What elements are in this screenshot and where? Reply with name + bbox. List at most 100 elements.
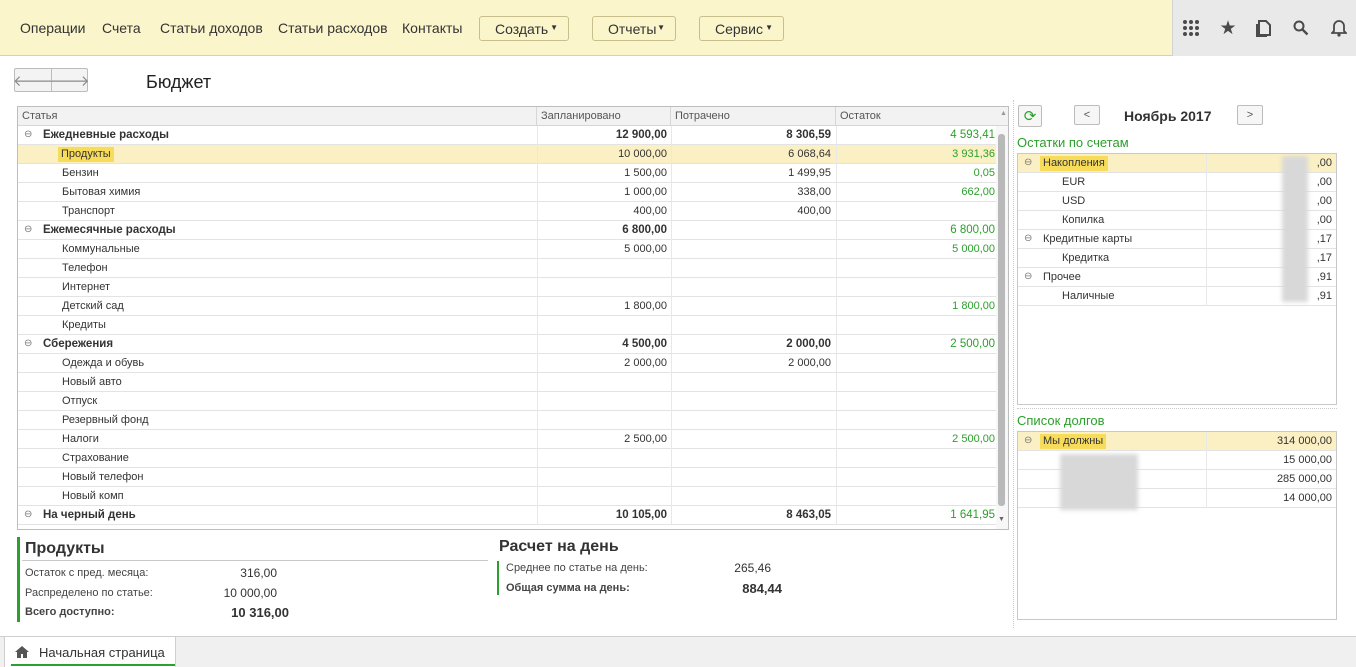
table-group-row[interactable]: ⊖ Сбережения 4 500,00 2 000,00 2 500,00 xyxy=(18,335,996,354)
row-value: ,00 xyxy=(1316,195,1332,207)
scroll-up-arrow-icon[interactable]: ▲ xyxy=(1000,110,1007,117)
favorites-star-icon[interactable]: ★ xyxy=(1218,18,1238,39)
menu-contacts[interactable]: Контакты xyxy=(402,20,462,36)
search-icon[interactable] xyxy=(1291,18,1311,38)
table-row[interactable]: Новый телефон xyxy=(18,468,996,487)
rest-cell: 6 800,00 xyxy=(950,224,995,236)
divider xyxy=(22,560,488,561)
back-arrow-icon[interactable]: 🡐 xyxy=(13,69,53,91)
row-name: Интернет xyxy=(62,281,110,293)
caret-down-icon: ▼ xyxy=(550,23,558,32)
column-header-item[interactable]: Статья xyxy=(18,107,537,126)
collapse-toggle-icon[interactable]: ⊖ xyxy=(1024,157,1032,168)
row-name: Новый комп xyxy=(62,490,124,502)
table-row[interactable]: Кредиты xyxy=(18,316,996,335)
column-divider xyxy=(671,354,672,373)
table-row[interactable]: Резервный фонд xyxy=(18,411,996,430)
menu-accounts[interactable]: Счета xyxy=(102,20,141,36)
column-divider xyxy=(537,145,538,164)
column-divider xyxy=(537,183,538,202)
table-row[interactable]: Новый комп xyxy=(18,487,996,506)
collapse-toggle-icon[interactable]: ⊖ xyxy=(1024,233,1032,244)
column-divider xyxy=(537,468,538,487)
table-row[interactable]: Коммунальные 5 000,00 5 000,00 xyxy=(18,240,996,259)
column-header-spent[interactable]: Потрачено xyxy=(671,107,836,126)
spent-cell: 6 068,64 xyxy=(788,148,831,160)
home-page-tab[interactable]: Начальная страница xyxy=(4,637,176,667)
column-divider xyxy=(671,259,672,278)
vertical-scrollbar[interactable] xyxy=(996,126,1008,529)
menu-expense-items[interactable]: Статьи расходов xyxy=(278,20,388,36)
column-divider xyxy=(836,449,837,468)
column-divider xyxy=(836,411,837,430)
collapse-toggle-icon[interactable]: ⊖ xyxy=(24,224,32,235)
table-row[interactable]: Налоги 2 500,00 2 500,00 xyxy=(18,430,996,449)
row-name: Налоги xyxy=(62,433,99,445)
scroll-down-arrow-icon[interactable]: ▼ xyxy=(998,516,1005,523)
detail-title: Продукты xyxy=(25,540,105,557)
column-divider xyxy=(671,126,672,145)
collapse-toggle-icon[interactable]: ⊖ xyxy=(24,338,32,349)
service-dropdown-button[interactable]: Сервис ▼ xyxy=(699,16,784,41)
service-label: Сервис xyxy=(715,21,763,37)
table-row[interactable]: Интернет xyxy=(18,278,996,297)
row-name: Бензин xyxy=(62,167,99,179)
menu-income-items[interactable]: Статьи доходов xyxy=(160,20,263,36)
table-row[interactable]: Детский сад 1 800,00 1 800,00 xyxy=(18,297,996,316)
prev-period-button[interactable]: < xyxy=(1074,105,1100,125)
collapse-toggle-icon[interactable]: ⊖ xyxy=(24,509,32,520)
forward-arrow-icon[interactable]: 🡒 xyxy=(49,69,90,91)
table-row[interactable]: Бензин 1 500,00 1 499,95 0,05 xyxy=(18,164,996,183)
table-row[interactable]: Телефон xyxy=(18,259,996,278)
total-per-day-label: Общая сумма на день: xyxy=(506,582,630,594)
table-row[interactable]: Новый авто xyxy=(18,373,996,392)
column-divider xyxy=(836,145,837,164)
reports-dropdown-button[interactable]: Отчеты ▼ xyxy=(592,16,676,41)
collapse-toggle-icon[interactable]: ⊖ xyxy=(24,129,32,140)
spent-cell: 1 499,95 xyxy=(788,167,831,179)
table-row[interactable]: Бытовая химия 1 000,00 338,00 662,00 xyxy=(18,183,996,202)
column-divider xyxy=(537,506,538,525)
row-value: 15 000,00 xyxy=(1283,454,1332,466)
next-period-button[interactable]: > xyxy=(1237,105,1263,125)
apps-grid-icon[interactable] xyxy=(1181,18,1201,38)
history-icon[interactable] xyxy=(1254,18,1274,38)
create-dropdown-button[interactable]: Создать ▼ xyxy=(479,16,569,41)
budget-table: Статья Запланировано Потрачено Остаток ⊖… xyxy=(17,106,1009,530)
table-row[interactable]: Отпуск xyxy=(18,392,996,411)
table-group-row[interactable]: ⊖ Ежемесячные расходы 6 800,00 6 800,00 xyxy=(18,221,996,240)
period-label: Ноябрь 2017 xyxy=(1124,108,1212,124)
rest-cell: 4 593,41 xyxy=(950,129,995,141)
column-divider xyxy=(671,373,672,392)
column-divider xyxy=(671,430,672,449)
planned-cell: 2 000,00 xyxy=(624,357,667,369)
table-row[interactable]: Одежда и обувь 2 000,00 2 000,00 xyxy=(18,354,996,373)
notifications-bell-icon[interactable] xyxy=(1329,18,1349,38)
row-value: 285 000,00 xyxy=(1276,473,1332,485)
panel-splitter[interactable] xyxy=(1013,100,1014,628)
column-divider xyxy=(1206,470,1207,489)
table-row[interactable]: Страхование xyxy=(18,449,996,468)
total-per-day-value: 884,44 xyxy=(742,581,782,596)
column-divider xyxy=(836,392,837,411)
table-row[interactable]: Продукты 10 000,00 6 068,64 3 931,36 xyxy=(18,145,996,164)
column-divider xyxy=(671,392,672,411)
column-divider xyxy=(537,316,538,335)
table-group-row[interactable]: ⊖ Ежедневные расходы 12 900,00 8 306,59 4 59… xyxy=(18,126,996,145)
row-value: ,91 xyxy=(1316,290,1332,302)
menu-operations[interactable]: Операции xyxy=(20,20,86,36)
table-row[interactable]: Транспорт 400,00 400,00 xyxy=(18,202,996,221)
panel-group-row[interactable]: ⊖ Мы должны 314 000,00 xyxy=(1018,432,1336,451)
column-divider xyxy=(537,164,538,183)
column-divider xyxy=(537,259,538,278)
collapse-toggle-icon[interactable]: ⊖ xyxy=(1024,271,1032,282)
scrollbar-thumb[interactable] xyxy=(998,134,1005,506)
column-header-planned[interactable]: Запланировано xyxy=(537,107,671,126)
table-group-row[interactable]: ⊖ На черный день 10 105,00 8 463,05 1 641,95 xyxy=(18,506,996,525)
row-name: Копилка xyxy=(1062,214,1105,226)
collapse-toggle-icon[interactable]: ⊖ xyxy=(1024,435,1032,446)
row-value: ,17 xyxy=(1316,233,1332,245)
column-header-rest[interactable]: Остаток xyxy=(836,107,996,126)
refresh-icon[interactable]: ⟳ xyxy=(1018,105,1042,127)
column-divider xyxy=(537,202,538,221)
